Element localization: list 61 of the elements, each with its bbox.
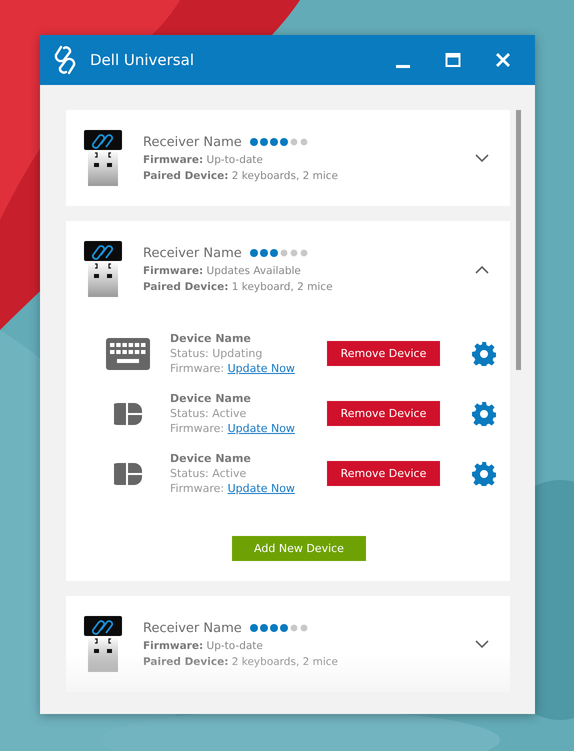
signal-dot-icon <box>260 138 268 146</box>
signal-dot-icon <box>290 249 298 257</box>
receiver-name: Receiver Name <box>143 620 242 636</box>
device-status: Status: Active <box>170 466 248 481</box>
settings-button[interactable] <box>472 342 496 366</box>
paired-devices: Paired Device: 1 keyboard, 2 mice <box>143 280 334 292</box>
paired-devices: Paired Device: 2 keyboards, 2 mice <box>143 170 340 182</box>
update-now-link[interactable]: Update Now <box>228 482 295 495</box>
mouse-icon <box>114 402 142 424</box>
signal-dot-icon <box>250 249 258 257</box>
firmware-label: Firmware: Update Now <box>170 421 296 436</box>
device-status: Status: Active <box>170 406 248 421</box>
remove-device-button[interactable]: Remove Device <box>327 401 440 426</box>
signal-dot-icon <box>270 624 278 632</box>
signal-dot-icon <box>300 624 308 632</box>
settings-icon <box>472 342 496 366</box>
mouse-icon <box>114 462 142 484</box>
settings-icon <box>472 402 496 426</box>
settings-icon <box>472 462 496 486</box>
keyboard-icon <box>106 338 150 370</box>
update-now-link[interactable]: Update Now <box>228 422 295 435</box>
signal-dot-icon <box>270 249 278 257</box>
add-device-button[interactable]: Add New Device <box>232 536 366 561</box>
firmware-status: Firmware: Up-to-date <box>143 154 264 166</box>
settings-button[interactable] <box>472 462 496 486</box>
signal-dot-icon <box>260 624 268 632</box>
device-name: Device Name <box>170 331 252 346</box>
window-title: Dell Universal <box>90 51 195 69</box>
usb-receiver-icon <box>84 130 122 186</box>
signal-dot-icon <box>250 624 258 632</box>
receiver-name: Receiver Name <box>143 134 242 150</box>
device-name: Device Name <box>170 451 252 466</box>
receiver-name: Receiver Name <box>143 246 242 260</box>
device-name: Device Name <box>170 391 252 406</box>
firmware-status: Firmware: Updates Available <box>143 264 302 276</box>
device-status: Status: Updating <box>170 346 264 361</box>
maximize-icon <box>445 52 461 68</box>
paired-devices: Paired Device: 2 keyboards, 2 mice <box>143 656 340 668</box>
firmware-status: Firmware: Up-to-date <box>143 640 264 652</box>
scrollbar-thumb[interactable] <box>516 110 521 370</box>
signal-dot-icon <box>290 624 298 632</box>
usb-receiver-icon <box>84 616 122 672</box>
signal-dot-icon <box>270 138 278 146</box>
signal-dot-icon <box>290 138 298 146</box>
paperclip-logo-icon <box>54 45 76 75</box>
signal-dot-icon <box>280 138 288 146</box>
close-icon <box>495 52 511 68</box>
signal-dot-icon <box>300 249 308 257</box>
signal-dot-icon <box>260 249 268 257</box>
signal-dot-icon <box>250 138 258 146</box>
update-now-link[interactable]: Update Now <box>228 362 295 375</box>
signal-dot-icon <box>280 249 288 257</box>
firmware-label: Firmware: Update Now <box>170 361 296 376</box>
signal-dot-icon <box>280 624 288 632</box>
usb-receiver-icon <box>84 241 122 297</box>
minimize-icon <box>396 65 410 68</box>
remove-device-button[interactable]: Remove Device <box>327 461 440 486</box>
settings-button[interactable] <box>472 402 496 426</box>
firmware-label: Firmware: Update Now <box>170 481 296 496</box>
signal-dot-icon <box>300 138 308 146</box>
remove-device-button[interactable]: Remove Device <box>327 341 440 366</box>
